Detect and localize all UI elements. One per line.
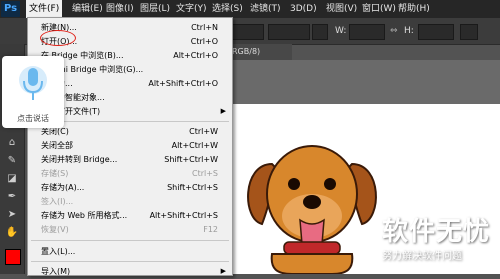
menu-image[interactable]: 图像(I) <box>106 0 134 18</box>
menu-select[interactable]: 选择(S) <box>212 0 243 18</box>
menu-bar: Ps 文件(F) 编辑(E) 图像(I) 图层(L) 文字(Y) 选择(S) 滤… <box>0 0 500 18</box>
path-operations-button[interactable] <box>460 24 478 40</box>
width-field[interactable] <box>349 24 385 40</box>
microphone-icon <box>19 66 47 100</box>
menu-help[interactable]: 帮助(H) <box>398 0 430 18</box>
menu-item-close-goto-bridge[interactable]: 关闭并转到 Bridge... Shift+Ctrl+W <box>28 152 232 167</box>
voice-input-label: 点击说话 <box>17 114 49 123</box>
cartoon-dog-illustration <box>247 145 377 274</box>
menu-edit[interactable]: 编辑(E) <box>72 0 103 18</box>
menu-file[interactable]: 文件(F) <box>26 0 63 18</box>
menu-item-place[interactable]: 置入(L)... <box>28 244 232 259</box>
watermark-title: 软件无忧 <box>382 217 491 247</box>
eraser-tool-icon[interactable]: ◪ <box>4 172 20 186</box>
menu-type[interactable]: 文字(Y) <box>176 0 207 18</box>
photoshop-logo: Ps <box>1 1 20 17</box>
menu-item-revert[interactable]: 恢复(V) F12 <box>28 222 232 237</box>
menu-item-save[interactable]: 存储(S) Ctrl+S <box>28 166 232 181</box>
menu-item-import[interactable]: 导入(M) ▶ <box>28 264 232 279</box>
stamp-tool-icon[interactable]: ⌂ <box>4 136 20 150</box>
pen-tool-icon[interactable]: ✒ <box>4 190 20 204</box>
menu-separator <box>31 240 229 241</box>
stroke-style-dropdown[interactable] <box>268 24 310 40</box>
menu-window[interactable]: 窗口(W) <box>362 0 396 18</box>
history-brush-icon[interactable]: ✎ <box>4 154 20 168</box>
menu-item-close-all[interactable]: 关闭全部 Alt+Ctrl+W <box>28 138 232 153</box>
hand-tool-icon[interactable]: ✋ <box>4 226 20 240</box>
submenu-arrow-icon: ▶ <box>220 107 226 115</box>
stroke-settings-button[interactable] <box>312 24 328 40</box>
submenu-arrow-icon: ▶ <box>220 267 226 275</box>
menu-separator <box>31 261 229 262</box>
stroke-type-dropdown[interactable] <box>232 24 264 40</box>
menu-item-save-as[interactable]: 存储为(A)... Shift+Ctrl+S <box>28 180 232 195</box>
document-tab[interactable]: RGB/8) <box>228 44 292 60</box>
menu-item-check-in[interactable]: 签入(I)... <box>28 194 232 209</box>
width-label: W: <box>335 26 347 36</box>
path-selection-icon[interactable]: ➤ <box>4 208 20 222</box>
watermark-subtitle: 努力解决软件问题 <box>382 251 462 262</box>
highlight-circle-annotation <box>40 30 76 46</box>
menu-view[interactable]: 视图(V) <box>326 0 357 18</box>
menu-3d[interactable]: 3D(D) <box>290 0 317 18</box>
height-field[interactable] <box>418 24 454 40</box>
voice-input-widget[interactable]: 点击说话 <box>2 56 64 128</box>
link-icon[interactable]: ⇔ <box>390 18 398 44</box>
menu-filter[interactable]: 滤镜(T) <box>250 0 281 18</box>
menu-layer[interactable]: 图层(L) <box>140 0 170 18</box>
foreground-color-swatch[interactable] <box>5 249 21 265</box>
height-label: H: <box>404 26 414 36</box>
menu-item-save-for-web[interactable]: 存储为 Web 所用格式... Alt+Shift+Ctrl+S <box>28 208 232 223</box>
